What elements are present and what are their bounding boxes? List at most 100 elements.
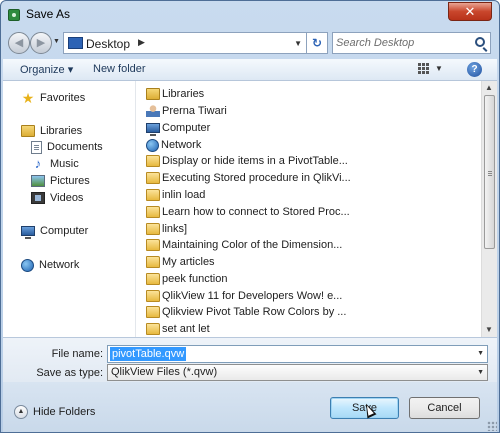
list-item[interactable]: links] <box>146 221 187 237</box>
back-button[interactable]: ◀ <box>8 32 30 54</box>
nav-item-label: Pictures <box>50 175 90 187</box>
list-item[interactable]: Maintaining Color of the Dimension... <box>146 237 342 253</box>
search-input[interactable] <box>336 35 466 51</box>
list-item[interactable]: Qlikview Pivot Table Row Colors by ... <box>146 304 346 320</box>
view-dropdown-icon[interactable]: ▼ <box>435 64 443 73</box>
search-box[interactable] <box>332 32 491 54</box>
nav-item-label: Videos <box>50 192 84 204</box>
folder-icon <box>146 323 160 335</box>
save-as-type-value: QlikView Files (*.qvw) <box>111 366 218 378</box>
folder-icon <box>146 239 160 251</box>
nav-item-label: Computer <box>40 225 89 237</box>
command-bar: Organize ▾ New folder ▼ ? <box>3 59 497 81</box>
list-item[interactable]: peek function <box>146 271 227 287</box>
refresh-button[interactable]: ↻ <box>307 32 328 54</box>
list-item[interactable]: inlin load <box>146 187 205 203</box>
desktop-icon <box>68 37 83 49</box>
scroll-up-icon[interactable]: ▲ <box>485 83 493 92</box>
computer-icon <box>146 123 160 136</box>
nav-item-documents[interactable]: Documents <box>31 139 103 155</box>
list-item[interactable]: Learn how to connect to Stored Proc... <box>146 204 350 220</box>
address-dropdown-icon[interactable]: ▼ <box>294 39 302 48</box>
nav-item-label: Documents <box>47 141 103 153</box>
nav-item-computer[interactable]: Computer <box>21 223 88 239</box>
videos-icon <box>31 192 45 204</box>
list-item[interactable]: Prerna Tiwari <box>146 103 227 119</box>
folder-icon <box>146 206 160 218</box>
star-icon: ★ <box>21 90 35 106</box>
help-icon[interactable]: ? <box>467 62 482 77</box>
file-name-field[interactable]: pivotTable.qvw ▼ <box>107 345 488 363</box>
address-bar[interactable]: Desktop ▶ ▼ <box>63 32 307 54</box>
nav-item-libraries[interactable]: Libraries <box>21 123 82 139</box>
list-item-label: Display or hide items in a PivotTable... <box>162 155 348 167</box>
chevron-up-icon[interactable]: ▲ <box>14 405 28 419</box>
scroll-thumb[interactable] <box>484 95 495 249</box>
nav-item-label: Libraries <box>40 125 83 137</box>
list-item[interactable]: QlikView 11 for Developers Wow! e... <box>146 288 342 304</box>
list-item-label: Maintaining Color of the Dimension... <box>162 239 343 251</box>
nav-item-music[interactable]: ♪ Music <box>31 156 79 172</box>
nav-item-label: Network <box>39 259 80 271</box>
new-folder-button[interactable]: New folder <box>93 63 146 75</box>
hide-folders-button[interactable]: ▲ Hide Folders <box>14 405 95 419</box>
window-title: Save As <box>26 7 71 21</box>
chevron-right-icon[interactable]: ▶ <box>138 37 145 48</box>
list-item-label: QlikView 11 for Developers Wow! e... <box>162 290 343 302</box>
save-as-type-select[interactable]: QlikView Files (*.qvw) ▼ <box>107 364 488 381</box>
list-item-label: peek function <box>162 273 228 285</box>
scroll-down-icon[interactable]: ▼ <box>485 325 493 334</box>
chevron-down-icon[interactable]: ▼ <box>477 350 484 357</box>
list-item-label: Prerna Tiwari <box>162 105 227 117</box>
list-item[interactable]: Libraries <box>146 86 204 102</box>
folder-icon <box>146 155 160 167</box>
list-item[interactable]: Network <box>146 137 201 153</box>
nav-item-network[interactable]: Network <box>21 257 79 273</box>
save-fields: File name: pivotTable.qvw ▼ Save as type… <box>3 337 497 382</box>
folder-icon <box>146 189 160 201</box>
list-item[interactable]: set ant let <box>146 321 210 337</box>
folder-icon <box>146 306 160 318</box>
pictures-icon <box>31 175 45 187</box>
cancel-button[interactable]: Cancel <box>409 397 480 419</box>
network-icon <box>146 138 159 152</box>
close-button[interactable]: ✕ <box>448 2 492 21</box>
address-row: ◀ ▶ ▼ Desktop ▶ ▼ ↻ <box>1 29 499 57</box>
nav-item-videos[interactable]: Videos <box>31 190 83 206</box>
list-item[interactable]: Display or hide items in a PivotTable... <box>146 153 348 169</box>
list-item-label: Computer <box>162 122 211 134</box>
list-item-label: Learn how to connect to Stored Proc... <box>162 206 350 218</box>
list-item[interactable]: My articles <box>146 254 215 270</box>
folder-icon <box>146 290 160 302</box>
list-item-label: My articles <box>162 256 215 268</box>
navigation-pane: ★ Favorites Libraries Documents ♪ Music … <box>3 81 136 337</box>
library-icon <box>21 125 35 137</box>
list-item-label: links] <box>162 223 188 235</box>
computer-icon <box>21 226 35 239</box>
folder-icon <box>146 223 160 235</box>
list-item-label: Libraries <box>162 88 205 100</box>
file-name-label: File name: <box>51 348 103 360</box>
resize-grip-icon[interactable] <box>487 421 497 431</box>
recent-locations-dropdown[interactable]: ▼ <box>53 38 60 45</box>
list-item[interactable]: Computer <box>146 120 210 136</box>
forward-button[interactable]: ▶ <box>30 32 52 54</box>
search-icon[interactable] <box>475 37 485 47</box>
title-bar[interactable]: Save As ✕ <box>1 1 499 27</box>
file-name-value[interactable]: pivotTable.qvw <box>110 347 187 361</box>
nav-item-pictures[interactable]: Pictures <box>31 173 90 189</box>
nav-item-label: Favorites <box>40 92 86 104</box>
list-item[interactable]: Executing Stored procedure in QlikVi... <box>146 170 351 186</box>
dialog-footer: ▲ Hide Folders Save Cancel <box>3 382 497 432</box>
nav-item-label: Music <box>50 158 79 170</box>
folder-icon <box>146 273 160 285</box>
list-item-label: set ant let <box>162 323 210 335</box>
file-list-scrollbar[interactable]: ▲ ▼ <box>481 81 497 337</box>
chevron-down-icon[interactable]: ▼ <box>477 369 484 376</box>
network-icon <box>21 258 34 272</box>
browser-pane: ★ Favorites Libraries Documents ♪ Music … <box>3 81 497 337</box>
view-options-icon[interactable] <box>418 63 430 75</box>
organize-button[interactable]: Organize ▾ <box>20 63 73 76</box>
nav-item-favorites[interactable]: ★ Favorites <box>21 90 86 106</box>
address-location[interactable]: Desktop <box>86 37 130 51</box>
